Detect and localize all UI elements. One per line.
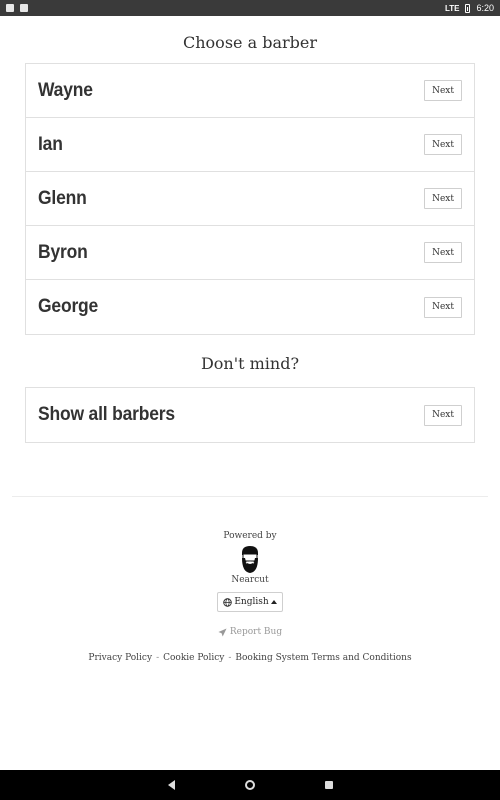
barber-card-glenn[interactable]: Glenn Next: [26, 172, 474, 226]
next-button[interactable]: Next: [424, 80, 462, 101]
signal-label: LTE: [444, 3, 460, 13]
recents-icon[interactable]: [324, 781, 333, 789]
clock: 6:20: [476, 3, 494, 13]
back-icon[interactable]: [167, 780, 175, 790]
barber-list: Wayne Next Ian Next Glenn Next Byron Nex…: [25, 63, 475, 335]
barber-logo-icon: [242, 546, 258, 573]
next-button[interactable]: Next: [424, 296, 462, 318]
terms-link[interactable]: Booking System Terms and Conditions: [235, 653, 411, 663]
language-label: English: [234, 597, 269, 607]
photo-notification-icon: [6, 4, 14, 12]
barber-name: Glenn: [38, 187, 87, 209]
powered-by-label: Powered by: [223, 531, 277, 541]
nearcut-logo[interactable]: [0, 544, 500, 574]
globe-icon: [223, 597, 233, 607]
barber-card-wayne[interactable]: Wayne Next: [26, 64, 474, 118]
barber-name: Wayne: [38, 79, 93, 101]
privacy-policy-link[interactable]: Privacy Policy: [88, 653, 152, 663]
barber-name: Ian: [38, 133, 63, 155]
separator: -: [156, 653, 160, 663]
home-icon[interactable]: [244, 780, 255, 790]
caret-up-icon: [270, 600, 277, 604]
brand-name: Nearcut: [231, 575, 269, 585]
sim-notification-icon: [20, 4, 28, 12]
battery-icon: [465, 3, 471, 13]
footer-links: Privacy Policy - Cookie Policy - Booking…: [0, 653, 500, 663]
barber-name: George: [38, 296, 99, 317]
language-selector[interactable]: English: [217, 592, 283, 612]
separator: -: [228, 653, 232, 663]
report-bug-label: Report Bug: [229, 627, 283, 637]
footer: Powered by Nearcut English Report Bug Pr…: [0, 530, 500, 663]
next-button[interactable]: Next: [424, 188, 462, 209]
cookie-policy-link[interactable]: Cookie Policy: [163, 653, 224, 663]
choose-barber-heading: Choose a barber: [183, 33, 317, 52]
next-button[interactable]: Next: [424, 134, 462, 155]
report-bug-link[interactable]: Report Bug: [0, 626, 500, 638]
main-content: Choose a barber Wayne Next Ian Next Glen…: [0, 16, 500, 663]
barber-name: Byron: [38, 241, 88, 263]
next-button[interactable]: Next: [424, 242, 462, 263]
send-icon: [218, 627, 227, 637]
barber-card-george[interactable]: George Next: [26, 280, 474, 334]
show-all-barbers-label: Show all barbers: [38, 404, 175, 425]
system-nav-bar: [0, 770, 500, 800]
status-bar: LTE 6:20: [0, 0, 500, 16]
next-button[interactable]: Next: [424, 404, 462, 426]
divider: [12, 496, 488, 497]
show-all-barbers-card[interactable]: Show all barbers Next: [26, 388, 474, 442]
all-barbers-list: Show all barbers Next: [25, 387, 475, 443]
barber-card-byron[interactable]: Byron Next: [26, 226, 474, 280]
barber-card-ian[interactable]: Ian Next: [26, 118, 474, 172]
dont-mind-heading: Don't mind?: [200, 354, 300, 373]
